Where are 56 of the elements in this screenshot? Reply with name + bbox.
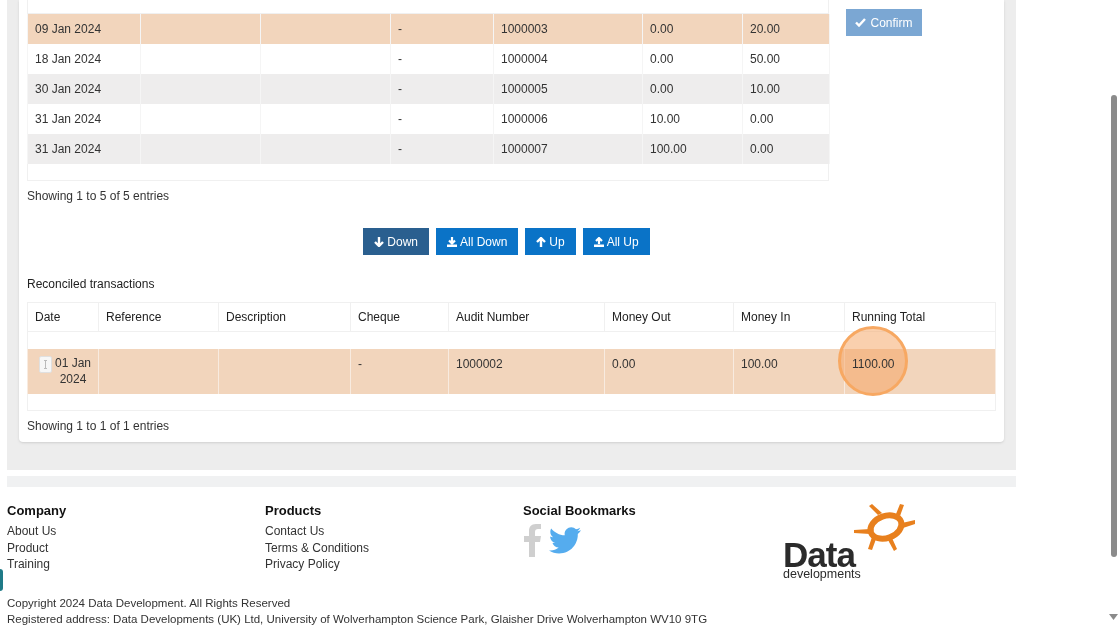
- twitter-icon: [549, 527, 581, 554]
- column-header[interactable]: Running Total: [844, 302, 996, 332]
- side-tab[interactable]: [0, 569, 3, 591]
- table-cell: -: [358, 356, 362, 371]
- column-header[interactable]: Money Out: [604, 302, 734, 332]
- check-icon: [855, 18, 867, 27]
- table-cell: 0.00: [612, 356, 636, 371]
- table-cell: 1100.00: [852, 356, 895, 371]
- company-logo[interactable]: Data developments: [783, 503, 1043, 583]
- arrow-up-icon: [536, 236, 547, 247]
- address-text: Registered address: Data Developments (UK) Ltd, University of Wolverhampton Science Park, Glaisher Drive Wolverhampton WV10 9TG: [7, 612, 708, 626]
- footer-link[interactable]: Product: [7, 539, 49, 556]
- column-header[interactable]: Description: [218, 302, 351, 332]
- footer-link[interactable]: Privacy Policy: [265, 556, 340, 573]
- table-cell: 01 Jan 2024: [54, 354, 92, 387]
- drag-handle[interactable]: [39, 355, 52, 373]
- column-header[interactable]: Reference: [98, 302, 219, 332]
- table-cell: 100.00: [642, 134, 743, 164]
- upload-icon: [593, 236, 604, 247]
- table-cell: -: [390, 134, 494, 164]
- section-title: Reconciled transactions: [27, 276, 156, 293]
- footer-heading: Products: [265, 503, 323, 519]
- footer-heading: Company: [7, 503, 68, 519]
- scrollbar-thumb[interactable]: [1111, 95, 1117, 557]
- column-header[interactable]: Audit Number: [448, 302, 605, 332]
- footer-link[interactable]: About Us: [7, 523, 57, 540]
- table-row[interactable]: 01 Jan 2024 - 1000002 0.00 100.00 1100.00: [27, 348, 996, 394]
- table-cell: 31 Jan 2024: [27, 134, 141, 164]
- footer-link[interactable]: Training: [7, 556, 50, 573]
- table-row[interactable]: 09 Jan 2024 - 1000003 0.00 20.00: [27, 14, 830, 44]
- copyright-text: Copyright 2024 Data Development. All Rights Reserved: [7, 596, 291, 611]
- grip-icon: [44, 359, 47, 369]
- column-header[interactable]: Cheque: [350, 302, 449, 332]
- footer-link[interactable]: Contact Us: [265, 523, 325, 540]
- footer-link[interactable]: Terms & Conditions: [265, 539, 370, 556]
- move-button[interactable]: All Up: [582, 228, 650, 255]
- download-icon: [447, 236, 457, 247]
- facebook-icon: [523, 524, 541, 557]
- table-row[interactable]: 31 Jan 2024 - 1000006 10.00 0.00: [27, 104, 830, 134]
- table-cell: 1000007: [493, 134, 643, 164]
- move-button[interactable]: All Down: [436, 228, 519, 255]
- arrow-down-icon: [374, 236, 385, 247]
- column-header[interactable]: Date: [27, 302, 99, 332]
- scroll-down-icon: [1109, 614, 1118, 620]
- table-cell: 100.00: [741, 356, 778, 371]
- entries-info: Showing 1 to 1 of 1 entries: [27, 418, 171, 435]
- table-row[interactable]: 30 Jan 2024 - 1000005 0.00 10.00: [27, 74, 830, 104]
- move-button[interactable]: Up: [525, 228, 576, 255]
- table-row[interactable]: 31 Jan 2024 - 1000007 100.00 0.00: [27, 134, 830, 164]
- table-row[interactable]: 18 Jan 2024 - 1000004 0.00 50.00: [27, 44, 830, 74]
- column-header[interactable]: Money In: [733, 302, 845, 332]
- footer-heading: Social Bookmarks: [523, 503, 637, 519]
- move-button[interactable]: Down: [363, 228, 429, 255]
- entries-info: Showing 1 to 5 of 5 entries: [27, 188, 171, 205]
- table-cell: 1000002: [456, 356, 503, 371]
- table-cell: 0.00: [742, 134, 830, 164]
